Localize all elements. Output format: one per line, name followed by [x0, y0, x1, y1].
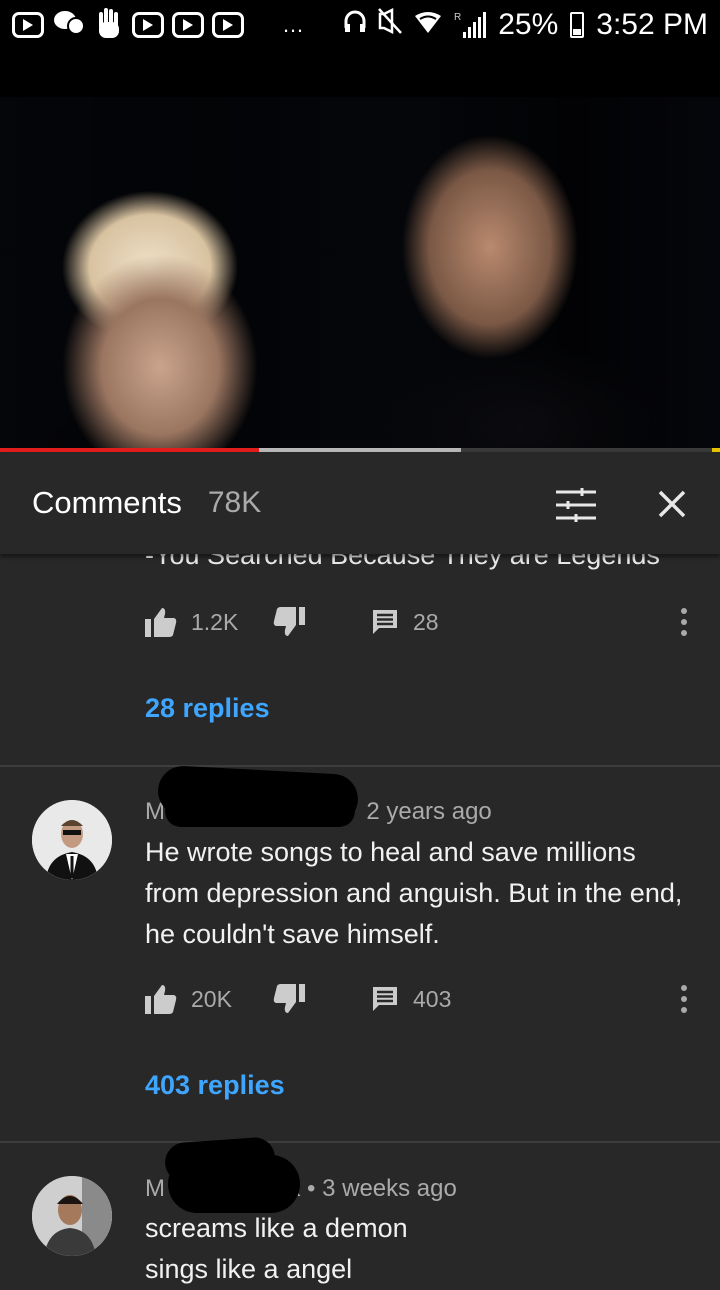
wifi-icon: [414, 8, 442, 42]
thumbs-up-icon: [145, 985, 177, 1014]
redaction-mark: [165, 795, 355, 827]
sort-icon[interactable]: [556, 488, 596, 522]
close-icon[interactable]: [652, 484, 692, 524]
like-count: 20K: [191, 985, 232, 1012]
view-replies-link[interactable]: 403 replies: [145, 1070, 285, 1101]
comment-icon: [373, 610, 397, 634]
meta-separator: •: [307, 1175, 316, 1202]
thumbs-down-icon: [273, 607, 305, 636]
headphones-icon: [344, 8, 366, 42]
avatar[interactable]: [32, 1176, 112, 1256]
battery-icon: [570, 12, 585, 38]
comment-actions: 1.2K 28: [145, 602, 705, 642]
mute-icon: [378, 7, 402, 42]
video-player[interactable]: [0, 50, 720, 450]
battery-percent: 25%: [498, 8, 559, 41]
author-name[interactable]: M: [145, 1175, 165, 1202]
comment-text: He wrote songs to heal and save millions…: [145, 837, 683, 949]
dislike-button[interactable]: [273, 602, 305, 642]
youtube-icon: [12, 12, 44, 38]
play-icon: [132, 12, 164, 38]
comments-header: Comments 78K: [0, 452, 720, 554]
comments-title: Comments: [32, 485, 182, 520]
comment-time: 2 years ago: [366, 798, 492, 825]
comment-actions: 20K 403: [145, 979, 705, 1019]
overflow-icon: …: [282, 12, 305, 37]
comment-icon: [373, 987, 397, 1011]
thumbs-up-icon: [145, 608, 177, 637]
reply-button[interactable]: 403: [371, 979, 451, 1019]
divider: [0, 765, 720, 767]
dislike-button[interactable]: [273, 979, 305, 1019]
signal-icon: R: [454, 12, 487, 38]
clock: 3:52 PM: [596, 8, 708, 41]
like-button[interactable]: 20K: [145, 979, 232, 1019]
like-count: 1.2K: [191, 608, 239, 635]
video-frame: [0, 97, 720, 450]
comment-text: screams like a demon sings like a angel: [145, 1213, 408, 1284]
comments-count: 78K: [207, 486, 262, 519]
more-options-icon[interactable]: [674, 979, 694, 1019]
messenger-icon: [52, 9, 86, 42]
like-button[interactable]: 1.2K: [145, 602, 238, 642]
more-options-icon[interactable]: [674, 602, 694, 642]
divider: [0, 1141, 720, 1143]
view-replies-link[interactable]: 28 replies: [145, 693, 270, 724]
avatar[interactable]: [32, 800, 112, 880]
play-icon: [212, 12, 244, 38]
play-icon: [172, 12, 204, 38]
reply-button[interactable]: 28: [371, 602, 439, 642]
status-bar: … R 25% 3:52 PM: [0, 0, 720, 50]
reply-count: 28: [413, 608, 439, 635]
reply-count: 403: [413, 985, 452, 1012]
redaction-mark: [168, 1155, 300, 1213]
comment-time: 3 weeks ago: [322, 1175, 457, 1202]
hand-icon: [94, 6, 124, 45]
thumbs-down-icon: [273, 984, 305, 1013]
